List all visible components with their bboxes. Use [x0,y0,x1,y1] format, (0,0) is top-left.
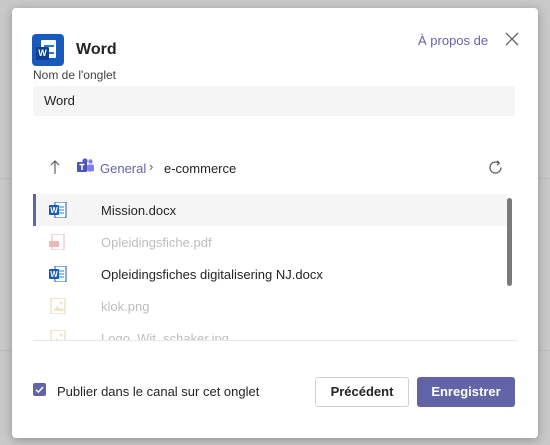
pdf-file-icon [49,234,65,250]
svg-text:W: W [50,206,58,215]
file-name: Opleidingsfiche.pdf [101,235,212,250]
about-link[interactable]: À propos de [418,33,488,48]
word-file-icon: W [49,202,67,218]
file-row-mission[interactable]: W Mission.docx [33,194,507,226]
word-app-icon-letter: W [36,47,49,60]
file-row-logo-jpg: Logo_Wit_schaker.jpg [33,322,507,341]
word-file-icon: W [49,266,67,282]
back-button[interactable]: Précédent [315,377,409,407]
post-to-channel-checkbox[interactable] [33,383,46,396]
checkmark-icon [35,386,44,394]
breadcrumb-current-folder: e-commerce [164,161,237,176]
file-row-opleidingsfiche-pdf: Opleidingsfiche.pdf [33,226,507,258]
file-list-scrollbar[interactable] [507,198,512,286]
breadcrumb-separator: › [149,159,154,174]
file-list: W Mission.docx Opleidingsfiche.pdf W Opl… [33,194,517,341]
file-name: Mission.docx [101,203,177,218]
tab-name-label: Nom de l'onglet [33,68,117,82]
file-row-klok-png: klok.png [33,290,507,322]
tab-name-input[interactable]: Word [33,86,515,116]
file-row-opleidingsfiches-docx[interactable]: W Opleidingsfiches digitalisering NJ.doc… [33,258,507,290]
image-file-icon [50,298,66,314]
post-to-channel-label: Publier dans le canal sur cet onglet [57,384,260,399]
save-button[interactable]: Enregistrer [417,377,515,407]
word-app-icon: W [32,34,64,66]
close-icon[interactable] [503,30,521,48]
file-name: Opleidingsfiches digitalisering NJ.docx [101,267,323,282]
image-file-icon [50,330,66,340]
refresh-icon[interactable] [487,159,504,176]
file-name: klok.png [101,299,150,314]
breadcrumb-general[interactable]: General [100,161,146,176]
svg-text:W: W [50,270,58,279]
dialog-title: Word [76,41,117,58]
arrow-up-icon[interactable] [48,159,62,175]
select-file-dialog: W Word À propos de Nom de l'onglet Word … [12,8,538,438]
file-name: Logo_Wit_schaker.jpg [101,331,229,341]
teams-icon [77,158,94,172]
